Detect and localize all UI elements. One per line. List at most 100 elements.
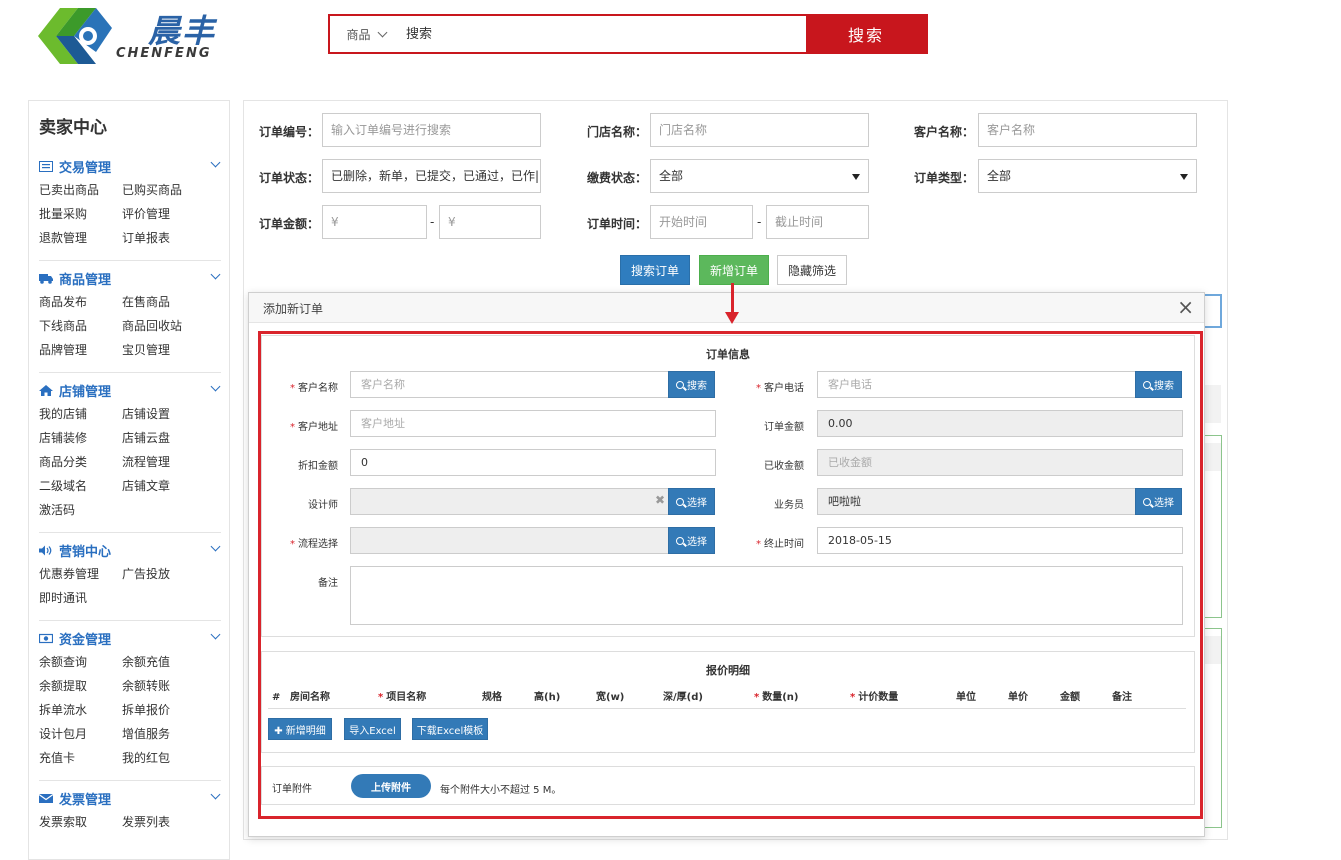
chevron-down-icon[interactable] <box>210 157 221 168</box>
chevron-down-icon[interactable] <box>210 541 221 552</box>
sidebar-section-header[interactable]: 店铺管理 <box>39 380 221 400</box>
sidebar-item[interactable]: 批量采购 <box>39 202 122 226</box>
chevron-down-icon[interactable] <box>210 789 221 800</box>
order-type-label: 订单类型： <box>914 171 975 185</box>
list-icon <box>39 160 53 172</box>
sidebar-section-title: 商品管理 <box>59 272 112 288</box>
sidebar-item[interactable]: 商品回收站 <box>122 314 205 338</box>
hide-filter-button[interactable]: 隐藏筛选 <box>777 255 847 285</box>
sidebar-item-list: 商品发布 在售商品 下线商品 商品回收站 品牌管理 宝贝管理 <box>39 290 221 362</box>
search-category-label: 商品 <box>346 27 371 42</box>
sidebar-item[interactable]: 余额转账 <box>122 674 205 698</box>
order-no-input[interactable]: 输入订单编号进行搜索 <box>322 113 541 147</box>
sidebar-item[interactable]: 广告投放 <box>122 562 205 586</box>
modal-title: 添加新订单 <box>263 302 324 316</box>
sidebar-item[interactable]: 充值卡 <box>39 746 122 770</box>
sidebar-item-list: 发票索取 发票列表 <box>39 810 221 834</box>
close-icon[interactable]: × <box>1177 296 1194 318</box>
sidebar-section-header[interactable]: 交易管理 <box>39 156 221 176</box>
sidebar-item[interactable]: 拆单报价 <box>122 698 205 722</box>
time-start-input[interactable]: 开始时间 <box>650 205 753 239</box>
truck-icon <box>39 273 53 284</box>
order-type-select[interactable]: 全部 <box>978 159 1197 193</box>
sidebar-item[interactable]: 拆单流水 <box>39 698 122 722</box>
sidebar-item[interactable]: 余额充值 <box>122 650 205 674</box>
sidebar-item[interactable]: 宝贝管理 <box>122 338 205 362</box>
sidebar-item[interactable]: 余额查询 <box>39 650 122 674</box>
amount-min-input[interactable]: ¥ <box>322 205 427 239</box>
sidebar-item[interactable]: 订单报表 <box>122 226 205 250</box>
sidebar-section: 营销中心优惠券管理 广告投放 即时通讯 <box>39 540 221 610</box>
chevron-down-icon[interactable] <box>210 269 221 280</box>
sidebar-divider <box>39 532 221 533</box>
search-category-select[interactable]: 商品 <box>330 16 402 52</box>
order-no-label: 订单编号： <box>259 125 320 139</box>
sidebar-item[interactable]: 商品分类 <box>39 450 122 474</box>
store-name-label: 门店名称： <box>587 125 648 139</box>
brand-logo[interactable]: 晨丰 CHENFENG <box>30 0 230 72</box>
sidebar-item[interactable]: 店铺装修 <box>39 426 122 450</box>
sidebar-item[interactable]: 店铺文章 <box>122 474 205 498</box>
sidebar-item[interactable]: 激活码 <box>39 498 122 522</box>
time-end-input[interactable]: 截止时间 <box>766 205 869 239</box>
sidebar-divider <box>39 780 221 781</box>
sidebar-item[interactable]: 流程管理 <box>122 450 205 474</box>
sidebar-section-title: 店铺管理 <box>59 384 112 400</box>
sidebar-item[interactable]: 余额提取 <box>39 674 122 698</box>
arrow-icon <box>731 283 734 315</box>
sidebar-item[interactable]: 退款管理 <box>39 226 122 250</box>
sidebar-item[interactable]: 已卖出商品 <box>39 178 122 202</box>
sidebar-item-list: 已卖出商品 已购买商品 批量采购 评价管理 退款管理 订单报表 <box>39 178 221 250</box>
new-order-button[interactable]: 新增订单 <box>699 255 769 285</box>
sidebar-item[interactable]: 我的店铺 <box>39 402 122 426</box>
sidebar-item[interactable]: 下线商品 <box>39 314 122 338</box>
background-panel-edge <box>1203 385 1221 423</box>
sidebar-section-title: 发票管理 <box>59 792 112 808</box>
chevron-down-icon[interactable] <box>210 629 221 640</box>
sidebar-item[interactable]: 设计包月 <box>39 722 122 746</box>
highlight-box <box>258 331 1203 819</box>
sidebar-item[interactable]: 商品发布 <box>39 290 122 314</box>
sidebar-section-title: 营销中心 <box>59 544 112 560</box>
sidebar-item[interactable]: 即时通讯 <box>39 586 122 610</box>
sidebar-item[interactable]: 品牌管理 <box>39 338 122 362</box>
sidebar-item[interactable]: 店铺云盘 <box>122 426 205 450</box>
amount-range-dash: - <box>430 215 435 229</box>
store-name-input[interactable]: 门店名称 <box>650 113 869 147</box>
sidebar-section-header[interactable]: 商品管理 <box>39 268 221 288</box>
pay-status-select[interactable]: 全部 <box>650 159 869 193</box>
sidebar-section-header[interactable]: 发票管理 <box>38 788 221 808</box>
search-input[interactable] <box>402 16 806 52</box>
order-amount-label: 订单金额： <box>259 217 320 231</box>
sidebar-item[interactable]: 二级域名 <box>39 474 122 498</box>
background-panel-edge <box>1203 443 1221 471</box>
arrow-head-icon <box>725 312 739 324</box>
sidebar-section-title: 资金管理 <box>59 632 112 648</box>
search-bar: 商品 搜索 <box>328 14 928 54</box>
sidebar-section-header[interactable]: 资金管理 <box>38 628 221 648</box>
amount-max-input[interactable]: ¥ <box>439 205 541 239</box>
background-panel-edge <box>1203 636 1221 664</box>
sidebar-item[interactable]: 发票列表 <box>122 810 205 834</box>
sidebar-item[interactable]: 优惠券管理 <box>39 562 122 586</box>
customer-name-input[interactable]: 客户名称 <box>978 113 1197 147</box>
money-icon <box>38 633 54 644</box>
time-range-dash: - <box>757 215 762 229</box>
sidebar-divider <box>39 260 221 261</box>
chevron-down-icon[interactable] <box>210 381 221 392</box>
sidebar-section-header[interactable]: 营销中心 <box>39 540 221 560</box>
search-button[interactable]: 搜索 <box>806 16 926 52</box>
sidebar-item[interactable]: 店铺设置 <box>122 402 205 426</box>
sidebar-item[interactable]: 增值服务 <box>122 722 205 746</box>
sidebar-item[interactable]: 评价管理 <box>122 202 205 226</box>
order-status-label: 订单状态： <box>259 171 320 185</box>
sidebar: 卖家中心 交易管理 已卖出商品 已购买商品 批量采购 评价管理 退款管理 订单报表 商品管理商… <box>28 100 230 860</box>
sidebar-item[interactable]: 已购买商品 <box>122 178 205 202</box>
sidebar-item[interactable]: 我的红包 <box>122 746 205 770</box>
order-status-select[interactable]: 已删除，新单，已提交，已通过，已作| <box>322 159 541 193</box>
sidebar-section: 商品管理商品发布 在售商品 下线商品 商品回收站 品牌管理 宝贝管理 <box>39 268 221 362</box>
search-order-button[interactable]: 搜索订单 <box>620 255 690 285</box>
sidebar-item[interactable]: 在售商品 <box>122 290 205 314</box>
sidebar-section: 资金管理余额查询 余额充值 余额提取 余额转账 拆单流水 拆单报价 设计包月 增值服务 充值卡我… <box>38 628 221 770</box>
sidebar-item[interactable]: 发票索取 <box>39 810 122 834</box>
